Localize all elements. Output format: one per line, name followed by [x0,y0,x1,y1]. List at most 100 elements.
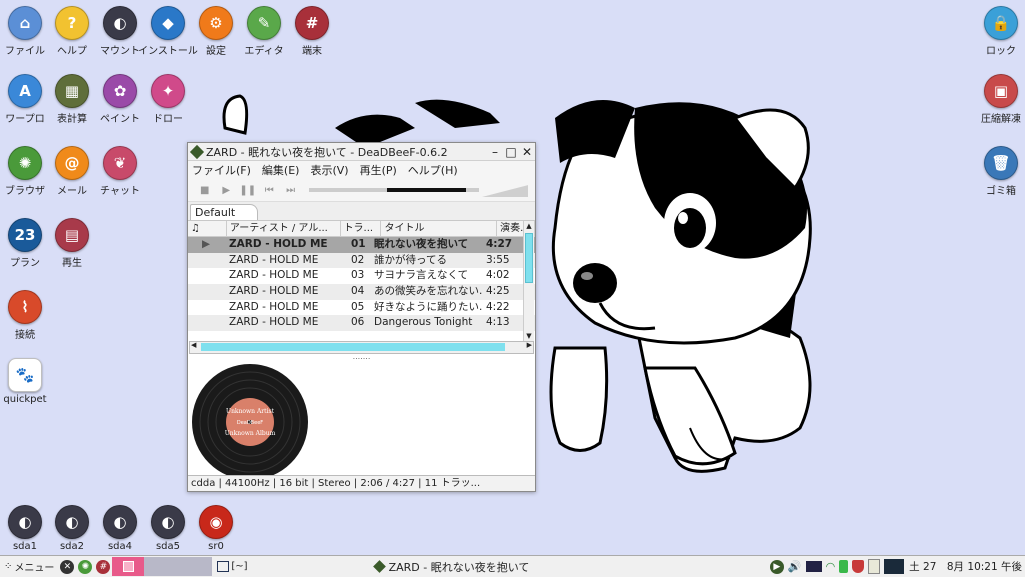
terminal-icon: # [295,6,329,40]
workspace-3[interactable] [178,557,213,576]
cell-title: Dangerous Tonight [374,316,473,329]
playlist-header: ♫ アーティスト / アル... トラ... タイトル 演奏... [188,221,535,237]
shield-icon[interactable] [852,560,865,573]
window-titlebar[interactable]: ZARD - 眠れない夜を抱いて - DeaDBeeF-0.6.2 – □ ✕ [188,143,535,161]
scroll-right-icon[interactable]: ▶ [527,341,532,349]
album-art-album: Unknown Album [225,430,276,437]
app-icon [189,144,205,159]
editor-icon: ✎ [247,6,281,40]
pause-button[interactable]: ❚❚ [237,185,258,196]
desktop-icon-label: チャット [100,186,140,197]
wordprocessor-icon: A [8,74,42,108]
cell-artist: ZARD - HOLD ME [229,253,319,266]
desktop-icon-archiver[interactable]: ▣ 圧縮解凍 [970,74,1025,125]
draw-icon: ✦ [151,74,185,108]
playlist-vertical-scrollbar[interactable]: ▲ ▼ [523,221,534,341]
desktop-icon-quickpet[interactable]: 🐾 quickpet [0,358,56,405]
play-indicator-icon [188,284,223,300]
volume-slider[interactable] [482,183,535,197]
desktop-icon-lock[interactable]: 🔒 ロック [970,6,1025,57]
column-title[interactable]: タイトル [381,221,498,236]
album-art-logo: DeaDBeeF [237,420,263,426]
volume-icon[interactable]: 🔊 [788,560,802,573]
taskbar: ⁘ メニュー ✕ ✺ # [~] ZARD - 眠れない夜を抱いて ▶ 🔊 ◠ … [0,555,1025,577]
menu-file[interactable]: ファイル(F) [192,162,251,178]
desktop-preview-icon[interactable] [884,559,905,574]
sda4-icon: ◐ [103,505,137,539]
cell-length: 4:27 [486,238,513,250]
menu-edit[interactable]: 編集(E) [262,162,300,178]
close-icon[interactable]: ✕ [519,145,535,159]
desktop-icon-label: ロック [986,46,1016,57]
maximize-icon[interactable]: □ [503,145,519,159]
desktop-icon-label: 端末 [302,46,322,57]
cell-track: 06 [351,316,365,329]
desktop-icon-draw[interactable]: ✦ ドロー [137,74,199,125]
playlist-horizontal-scrollbar[interactable]: ◀ ▶ [189,341,534,354]
desktop-icon-label: ゴミ箱 [986,186,1016,197]
close-all-icon[interactable]: ✕ [60,559,75,574]
menu-help[interactable]: ヘルプ(H) [408,162,458,178]
menu-button[interactable]: ⁘ メニュー [0,557,58,576]
play-indicator-icon [188,268,223,284]
deadbeef-window[interactable]: ZARD - 眠れない夜を抱いて - DeaDBeeF-0.6.2 – □ ✕ … [187,142,536,492]
next-button[interactable]: ⏭ [280,185,301,196]
desktop-icon-terminal[interactable]: # 端末 [281,6,343,57]
menu-playback[interactable]: 再生(P) [360,162,397,178]
tab-default[interactable]: Default [190,204,259,220]
cell-title: 眠れない夜を抱いて [374,238,469,250]
table-row[interactable]: ZARD - HOLD ME 05 好きなように踊りたい... 4:22 [188,300,535,316]
task-terminal[interactable]: [~] [214,557,250,576]
menu-view[interactable]: 表示(V) [310,162,348,178]
archiver-icon: ▣ [984,74,1018,108]
scroll-left-icon[interactable]: ◀ [191,341,196,349]
desktop-icon-player[interactable]: ▤ 再生 [41,218,103,269]
cell-length: 4:02 [486,269,510,282]
cell-track: 04 [351,285,365,298]
cell-track: 05 [351,300,365,313]
stop-button[interactable]: ■ [194,185,215,196]
menu-label: メニュー [14,563,55,574]
table-row[interactable]: ZARD - HOLD ME 04 あの微笑みを忘れない... 4:25 [188,284,535,300]
column-playing[interactable]: ♫ [188,221,227,236]
desktop-icon-connect[interactable]: ⌇ 接続 [0,290,56,341]
task-deadbeef[interactable]: ZARD - 眠れない夜を抱いて [371,557,534,576]
chat-icon: ❦ [103,146,137,180]
browser-icon: ✺ [8,146,42,180]
play-indicator-icon: ▶ [202,238,211,250]
table-row[interactable]: ZARD - HOLD ME 06 Dangerous Tonight 4:13 [188,315,535,332]
clock[interactable]: 土 27 8月 10:21 午後 [909,559,1022,574]
cell-title: あの微笑みを忘れない... [374,285,482,298]
cell-length: 4:22 [486,300,510,313]
desktop-icon-sr0[interactable]: ◉ sr0 [185,505,247,552]
minimize-icon[interactable]: – [487,145,503,159]
keyboard-icon[interactable] [805,561,822,572]
workspace-1[interactable] [112,557,145,576]
tray-deadbeef-icon[interactable]: ▶ [769,559,784,574]
scroll-up-icon[interactable]: ▲ [524,221,534,231]
seek-bar[interactable] [309,188,480,192]
column-artist-album[interactable]: アーティスト / アル... [227,221,341,236]
browser-launch-icon[interactable]: ✺ [78,559,93,574]
desktop-icon-label: quickpet [3,394,47,405]
vertical-scroll-thumb[interactable] [525,233,533,283]
horizontal-scroll-thumb[interactable] [201,343,505,351]
files-icon: ⌂ [8,6,42,40]
play-button[interactable]: ▶ [215,185,236,196]
cell-title: 誰かが待ってる [374,253,447,266]
table-row[interactable]: ▶ ZARD - HOLD ME 01 眠れない夜を抱いて 4:27 [188,237,535,253]
clipboard-icon[interactable] [868,559,881,574]
album-art-artist: Unknown Artist [226,408,275,415]
table-row[interactable]: ZARD - HOLD ME 02 誰かが待ってる 3:55 [188,252,535,269]
desktop-icon-chat[interactable]: ❦ チャット [89,146,151,197]
table-row[interactable]: ZARD - HOLD ME 03 サヨナラ言えなくて 4:02 [188,268,535,284]
scroll-down-icon[interactable]: ▼ [524,331,534,341]
wifi-icon[interactable]: ◠ [826,560,836,573]
terminal-launch-icon[interactable]: # [96,559,111,574]
help-icon: ? [55,6,89,40]
previous-button[interactable]: ⏮ [258,185,279,196]
battery-icon[interactable] [839,560,849,573]
workspace-2[interactable] [144,557,179,576]
desktop-icon-trash[interactable]: 🗑 ゴミ箱 [970,146,1025,197]
column-track[interactable]: トラ... [341,221,382,236]
